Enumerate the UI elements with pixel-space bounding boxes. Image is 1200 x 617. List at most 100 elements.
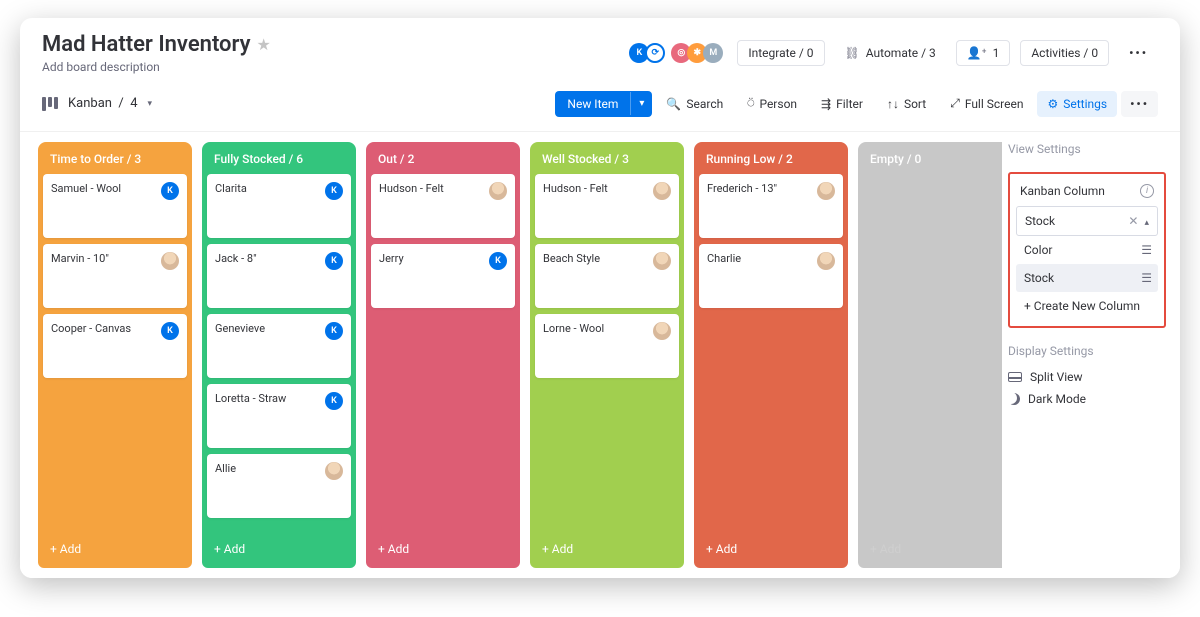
kanban-card[interactable]: Hudson - Felt <box>371 174 515 238</box>
column-header[interactable]: Time to Order / 3 <box>38 142 192 174</box>
members-button[interactable]: 👤⁺ 1 <box>956 40 1011 66</box>
toolbar-more-icon[interactable]: ••• <box>1121 91 1158 117</box>
kanban-card[interactable]: Charlie <box>699 244 843 308</box>
person-icon: ⍥ <box>747 96 754 111</box>
column-header[interactable]: Empty / 0 <box>858 142 1002 174</box>
kanban-column-option[interactable]: Color ☰ <box>1016 236 1158 264</box>
board-description[interactable]: Add board description <box>42 60 271 74</box>
split-view-icon <box>1008 372 1022 382</box>
card-title: Samuel - Wool <box>51 182 121 195</box>
avatar-icon <box>817 182 835 200</box>
user-initial-icon: K <box>325 322 343 340</box>
user-initial-icon: K <box>325 392 343 410</box>
kanban-column: Well Stocked / 3 Hudson - Felt Beach Style… <box>530 142 684 568</box>
user-initial-icon: K <box>161 322 179 340</box>
kanban-card[interactable]: Frederich - 13" <box>699 174 843 238</box>
add-card-button[interactable]: + Add <box>694 532 848 568</box>
column-header[interactable]: Fully Stocked / 6 <box>202 142 356 174</box>
card-title: Hudson - Felt <box>379 182 444 195</box>
add-card-button[interactable]: + Add <box>530 532 684 568</box>
clear-icon[interactable]: ✕ <box>1128 214 1138 228</box>
drag-handle-icon[interactable]: ☰ <box>1141 243 1150 257</box>
column-header[interactable]: Well Stocked / 3 <box>530 142 684 174</box>
search-icon: 🔍 <box>666 97 681 111</box>
integration-icons-2[interactable]: ◎✱M <box>675 43 723 63</box>
card-title: Cooper - Canvas <box>51 322 131 335</box>
more-menu-icon[interactable]: ••• <box>1119 40 1158 66</box>
favorite-star-icon[interactable]: ★ <box>257 35 271 54</box>
card-title: Hudson - Felt <box>543 182 608 195</box>
add-card-button[interactable]: + Add <box>858 532 1002 568</box>
column-header[interactable]: Running Low / 2 <box>694 142 848 174</box>
chevron-up-icon[interactable]: ▴ <box>1144 218 1149 228</box>
card-title: Loretta - Straw <box>215 392 286 405</box>
page-title: Mad Hatter Inventory <box>42 32 251 57</box>
card-title: Jerry <box>379 252 404 265</box>
kanban-column-selected[interactable]: Stock ✕▴ <box>1016 206 1158 236</box>
add-card-button[interactable]: + Add <box>202 532 356 568</box>
new-item-button[interactable]: New Item ▾ <box>555 91 652 117</box>
integration-icons[interactable]: K⟳ <box>633 43 665 63</box>
view-settings-heading: View Settings <box>1008 142 1166 156</box>
kanban-card[interactable]: Hudson - Felt <box>535 174 679 238</box>
chevron-down-icon[interactable]: ▾ <box>148 99 153 109</box>
kanban-column: Running Low / 2 Frederich - 13" Charlie + A… <box>694 142 848 568</box>
kanban-column-label: Kanban Column <box>1020 184 1105 198</box>
filter-icon: ⇶ <box>821 97 831 111</box>
kanban-card[interactable]: Jack - 8" K <box>207 244 351 308</box>
kanban-column-selector: Kanban Column i Stock ✕▴ Color ☰ Stock ☰… <box>1008 172 1166 328</box>
avatar-icon <box>325 462 343 480</box>
chevron-down-icon[interactable]: ▾ <box>630 92 652 115</box>
kanban-card[interactable]: Samuel - WoolK <box>43 174 187 238</box>
avatar-icon <box>653 252 671 270</box>
user-initial-icon: K <box>489 252 507 270</box>
card-title: Charlie <box>707 252 741 265</box>
kanban-card[interactable]: Marvin - 10" <box>43 244 187 308</box>
user-initial-icon: K <box>325 252 343 270</box>
add-card-button[interactable]: + Add <box>366 532 520 568</box>
kanban-column: Time to Order / 3Samuel - WoolKMarvin - … <box>38 142 192 568</box>
kanban-card[interactable]: Loretta - Straw K <box>207 384 351 448</box>
activities-button[interactable]: Activities / 0 <box>1020 40 1109 66</box>
robot-icon: ⛓ <box>845 46 860 60</box>
avatar-icon <box>817 252 835 270</box>
kanban-column-option[interactable]: Stock ☰ <box>1016 264 1158 292</box>
search-button[interactable]: 🔍Search <box>656 91 733 117</box>
card-title: Marvin - 10" <box>51 252 109 265</box>
create-new-column[interactable]: + Create New Column <box>1016 292 1158 320</box>
info-icon[interactable]: i <box>1140 184 1154 198</box>
settings-button[interactable]: ⚙Settings <box>1037 91 1117 117</box>
kanban-column: Out / 2 Hudson - Felt Jerry K + Add <box>366 142 520 568</box>
integrate-button[interactable]: Integrate / 0 <box>737 40 824 66</box>
sort-icon: ↑↓ <box>887 97 899 111</box>
column-header[interactable]: Out / 2 <box>366 142 520 174</box>
kanban-card[interactable]: Allie <box>207 454 351 518</box>
display-settings-heading: Display Settings <box>1008 344 1166 358</box>
automate-button[interactable]: ⛓ Automate / 3 <box>835 41 946 65</box>
avatar-icon <box>653 322 671 340</box>
kanban-card[interactable]: Cooper - Canvas K <box>43 314 187 378</box>
card-title: Beach Style <box>543 252 600 265</box>
fullscreen-button[interactable]: ⤢Full Screen <box>940 90 1033 117</box>
kanban-column: Empty / 0 + Add <box>858 142 1002 568</box>
person-filter-button[interactable]: ⍥Person <box>737 90 807 117</box>
kanban-card[interactable]: Jerry K <box>371 244 515 308</box>
kanban-card[interactable]: Genevieve K <box>207 314 351 378</box>
card-title: Lorne - Wool <box>543 322 604 335</box>
kanban-icon <box>42 97 58 111</box>
filter-button[interactable]: ⇶Filter <box>811 91 873 117</box>
sort-button[interactable]: ↑↓Sort <box>877 91 936 117</box>
dark-mode-toggle[interactable]: Dark Mode <box>1008 388 1166 410</box>
avatar-icon <box>489 182 507 200</box>
kanban-column: Fully Stocked / 6ClaritaKJack - 8"KGenev… <box>202 142 356 568</box>
drag-handle-icon[interactable]: ☰ <box>1141 271 1150 285</box>
add-card-button[interactable]: + Add <box>38 532 192 568</box>
view-name[interactable]: Kanban / 4 <box>68 96 138 111</box>
kanban-card[interactable]: ClaritaK <box>207 174 351 238</box>
kanban-card[interactable]: Beach Style <box>535 244 679 308</box>
card-title: Jack - 8" <box>215 252 257 265</box>
card-title: Genevieve <box>215 322 265 335</box>
split-view-toggle[interactable]: Split View <box>1008 366 1166 388</box>
card-title: Frederich - 13" <box>707 182 777 195</box>
kanban-card[interactable]: Lorne - Wool <box>535 314 679 378</box>
